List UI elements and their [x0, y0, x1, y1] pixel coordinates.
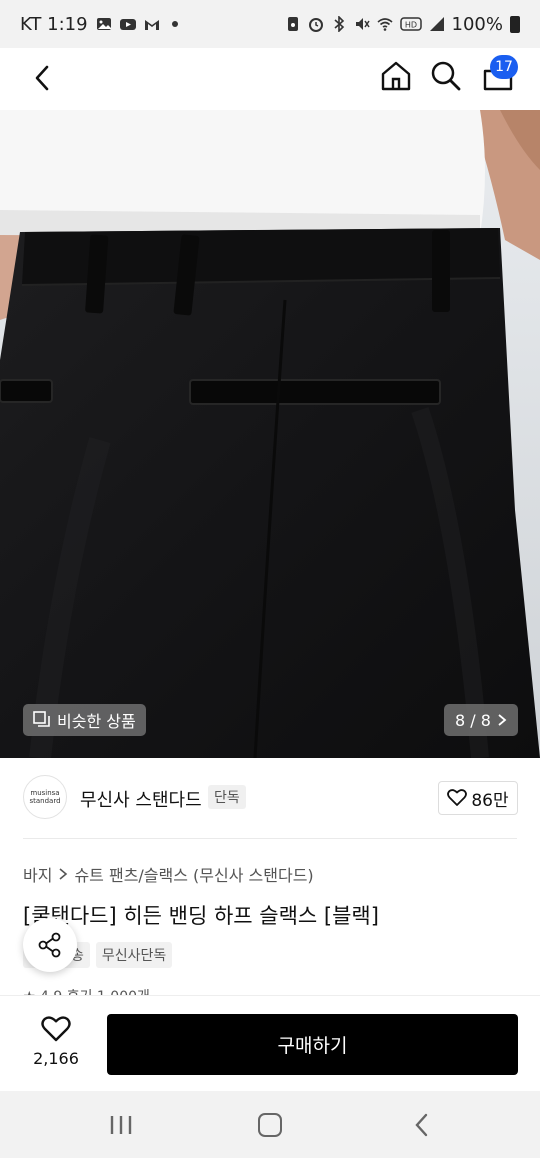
brand-name-link[interactable]: 무신사 스탠다드 [80, 786, 202, 812]
search-icon [431, 61, 461, 91]
share-icon [38, 932, 61, 958]
breadcrumb-item-pants[interactable]: 바지 [23, 862, 52, 886]
share-button[interactable] [23, 918, 77, 972]
carrier-time: KT 1:19 [20, 13, 88, 35]
recent-apps-button[interactable] [108, 1113, 134, 1137]
buy-button[interactable]: 구매하기 [107, 1014, 518, 1075]
lock-icon [287, 17, 298, 31]
brand-row: musinsa standard 무신사 스탠다드 단독 86만 [0, 758, 540, 840]
mute-icon [355, 18, 370, 30]
home-nav-button[interactable] [258, 1113, 282, 1137]
divider [23, 838, 517, 839]
youtube-icon [119, 19, 136, 30]
gmail-icon [144, 20, 159, 30]
battery-icon [510, 15, 520, 33]
cart-count-badge: 17 [490, 55, 518, 79]
battery-percent: 100% [451, 13, 503, 35]
brand-logo-line1: musinsa [30, 789, 60, 797]
search-button[interactable] [428, 58, 464, 94]
hd-icon: HD [399, 17, 422, 31]
back-nav-button[interactable] [410, 1113, 434, 1137]
home-icon [381, 61, 411, 91]
signal-icon [429, 17, 444, 31]
brand-logo-line2: standard [29, 797, 61, 805]
similar-products-label: 비슷한 상품 [57, 712, 136, 731]
pager-count: 8 / 8 [455, 710, 491, 730]
system-nav-bar [0, 1091, 540, 1158]
back-button[interactable] [24, 60, 60, 96]
wishlist-button[interactable]: 2,166 [28, 1016, 84, 1068]
notification-dot-icon [171, 21, 178, 27]
wishlist-count: 2,166 [33, 1049, 79, 1068]
top-nav [0, 48, 540, 110]
status-bar: KT 1:19 HD 100% [0, 0, 540, 48]
image-pager[interactable]: 8 / 8 [444, 704, 518, 736]
alarm-icon [308, 18, 323, 32]
brand-logo[interactable]: musinsa standard [23, 775, 67, 819]
chevron-right-icon [498, 714, 507, 726]
chevron-right-icon [59, 868, 68, 880]
bluetooth-icon [334, 16, 344, 32]
slacks-photo [0, 110, 540, 758]
brand-like-count: 86만 [471, 790, 509, 811]
gallery-icon [96, 18, 111, 30]
breadcrumb-item-slacks[interactable]: 슈트 팬츠/슬랙스 (무신사 스탠다드) [74, 862, 313, 886]
similar-items-icon [33, 711, 50, 727]
similar-products-button[interactable]: 비슷한 상품 [23, 704, 146, 736]
exclusive-badge: 단독 [208, 785, 246, 809]
product-image[interactable] [0, 110, 540, 758]
home-button[interactable] [378, 58, 414, 94]
wifi-icon [377, 18, 393, 31]
tag-exclusive: 무신사단독 [95, 942, 173, 968]
svg-text:HD: HD [404, 21, 416, 30]
brand-like-button[interactable]: 86만 [438, 781, 518, 815]
back-arrow-icon [35, 65, 49, 91]
purchase-bar: 2,166 구매하기 [0, 995, 540, 1091]
heart-icon [41, 1016, 71, 1042]
heart-icon [447, 789, 468, 806]
breadcrumb: 바지 슈트 팬츠/슬랙스 (무신사 스탠다드) [23, 862, 314, 886]
product-title: [쿨탠다드] 히든 밴딩 하프 슬랙스 [블랙] [23, 904, 379, 928]
